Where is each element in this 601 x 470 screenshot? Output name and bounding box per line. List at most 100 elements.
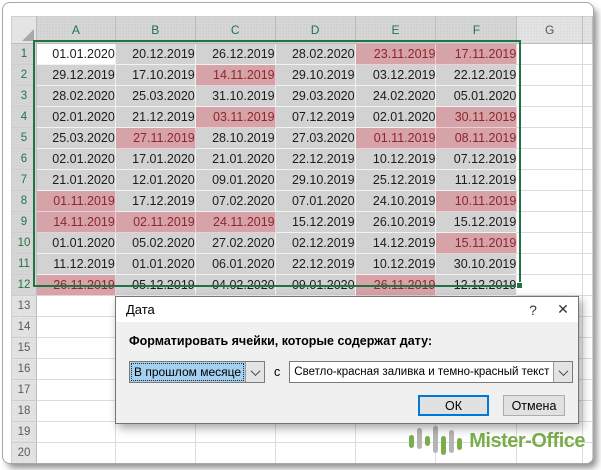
cell[interactable]: 11.12.2019: [436, 170, 517, 191]
cell[interactable]: 15.12.2019: [275, 212, 355, 233]
help-icon[interactable]: ?: [518, 302, 548, 318]
cell[interactable]: 01.01.2020: [36, 233, 115, 254]
cell[interactable]: [195, 464, 275, 465]
cell[interactable]: 14.11.2019: [195, 65, 275, 86]
cell[interactable]: 12.12.2019: [436, 275, 517, 296]
cell[interactable]: [517, 212, 583, 233]
row-header-10[interactable]: 10: [12, 233, 37, 254]
cell[interactable]: [517, 86, 583, 107]
row-header-4[interactable]: 4: [12, 107, 37, 128]
cell[interactable]: 17.12.2019: [115, 191, 195, 212]
column-header-C[interactable]: C: [195, 17, 275, 44]
cell[interactable]: 22.12.2019: [436, 65, 517, 86]
cell[interactable]: 14.11.2019: [36, 212, 115, 233]
cell[interactable]: [275, 443, 355, 464]
cell[interactable]: [36, 401, 115, 422]
close-icon[interactable]: ✕: [548, 301, 578, 318]
format-dropdown[interactable]: Светло-красная заливка и темно-красный т…: [289, 361, 573, 383]
row-header-19[interactable]: 19: [12, 422, 37, 443]
cell[interactable]: [36, 422, 115, 443]
cell[interactable]: [517, 149, 583, 170]
format-dropdown-value[interactable]: Светло-красная заливка и темно-красный т…: [290, 362, 553, 382]
cell[interactable]: 07.02.2020: [195, 191, 275, 212]
column-header-D[interactable]: D: [275, 17, 355, 44]
cell[interactable]: 17.10.2019: [115, 65, 195, 86]
row-header-12[interactable]: 12: [12, 275, 37, 296]
cell[interactable]: 29.12.2019: [36, 65, 115, 86]
column-header-F[interactable]: F: [436, 17, 517, 44]
cell[interactable]: [517, 275, 583, 296]
cell[interactable]: 27.03.2020: [275, 128, 355, 149]
row-header-1[interactable]: 1: [12, 44, 37, 65]
cell[interactable]: 05.01.2020: [436, 86, 517, 107]
cell[interactable]: [36, 443, 115, 464]
cell[interactable]: 26.12.2019: [195, 44, 275, 65]
cell[interactable]: 21.01.2020: [195, 149, 275, 170]
column-header-G[interactable]: G: [517, 17, 583, 44]
cell[interactable]: [517, 191, 583, 212]
cell[interactable]: 10.12.2019: [355, 254, 436, 275]
cell[interactable]: 17.01.2020: [115, 149, 195, 170]
column-header-B[interactable]: B: [115, 17, 195, 44]
cell[interactable]: [195, 422, 275, 443]
cell[interactable]: [275, 464, 355, 465]
column-header-A[interactable]: A: [36, 17, 115, 44]
row-header-16[interactable]: 16: [12, 359, 37, 380]
row-header-11[interactable]: 11: [12, 254, 37, 275]
cell[interactable]: 27.02.2020: [195, 233, 275, 254]
dialog-titlebar[interactable]: Дата ? ✕: [116, 297, 578, 322]
cell[interactable]: 04.02.2020: [195, 275, 275, 296]
cell[interactable]: 02.11.2019: [115, 212, 195, 233]
cell[interactable]: 03.11.2019: [195, 107, 275, 128]
cell[interactable]: 09.01.2020: [195, 170, 275, 191]
row-header-13[interactable]: 13: [12, 296, 37, 317]
cell[interactable]: 06.01.2020: [195, 254, 275, 275]
cell[interactable]: 07.01.2020: [275, 191, 355, 212]
row-header-2[interactable]: 2: [12, 65, 37, 86]
cell[interactable]: 02.01.2020: [36, 149, 115, 170]
cell[interactable]: 02.12.2019: [275, 233, 355, 254]
cell[interactable]: 28.10.2019: [195, 128, 275, 149]
row-header-7[interactable]: 7: [12, 170, 37, 191]
cell[interactable]: [517, 128, 583, 149]
cell[interactable]: 24.10.2019: [355, 191, 436, 212]
cell[interactable]: 20.12.2019: [115, 44, 195, 65]
row-header-21[interactable]: 21: [12, 464, 37, 465]
cell[interactable]: [517, 464, 583, 465]
cell[interactable]: 30.11.2019: [436, 107, 517, 128]
cell[interactable]: [517, 233, 583, 254]
cell[interactable]: 01.11.2019: [355, 128, 436, 149]
row-header-8[interactable]: 8: [12, 191, 37, 212]
cell[interactable]: 08.11.2019: [436, 128, 517, 149]
row-header-20[interactable]: 20: [12, 443, 37, 464]
cell[interactable]: 30.10.2019: [436, 254, 517, 275]
cell[interactable]: 29.10.2019: [275, 170, 355, 191]
cell[interactable]: [517, 44, 583, 65]
condition-dropdown-value[interactable]: В прошлом месяце: [130, 362, 245, 382]
cell[interactable]: 25.03.2020: [115, 86, 195, 107]
cell[interactable]: 25.03.2020: [36, 128, 115, 149]
cell[interactable]: 14.12.2019: [355, 233, 436, 254]
cell[interactable]: [36, 338, 115, 359]
cell[interactable]: 02.01.2020: [36, 107, 115, 128]
row-header-15[interactable]: 15: [12, 338, 37, 359]
cell[interactable]: 07.12.2019: [275, 107, 355, 128]
chevron-down-icon[interactable]: [245, 362, 264, 382]
cell[interactable]: [517, 170, 583, 191]
chevron-down-icon[interactable]: [553, 362, 572, 382]
cell[interactable]: 29.03.2020: [275, 86, 355, 107]
cell[interactable]: 11.12.2019: [36, 254, 115, 275]
cell[interactable]: 01.11.2019: [36, 191, 115, 212]
cancel-button[interactable]: Отмена: [503, 395, 565, 416]
cell[interactable]: [36, 317, 115, 338]
row-header-6[interactable]: 6: [12, 149, 37, 170]
cell[interactable]: [355, 464, 436, 465]
cell[interactable]: 01.01.2020: [36, 44, 115, 65]
row-header-17[interactable]: 17: [12, 380, 37, 401]
row-header-14[interactable]: 14: [12, 317, 37, 338]
cell[interactable]: [115, 422, 195, 443]
select-all-corner[interactable]: [12, 17, 37, 44]
cell[interactable]: [36, 359, 115, 380]
cell[interactable]: 10.11.2019: [436, 191, 517, 212]
row-header-5[interactable]: 5: [12, 128, 37, 149]
